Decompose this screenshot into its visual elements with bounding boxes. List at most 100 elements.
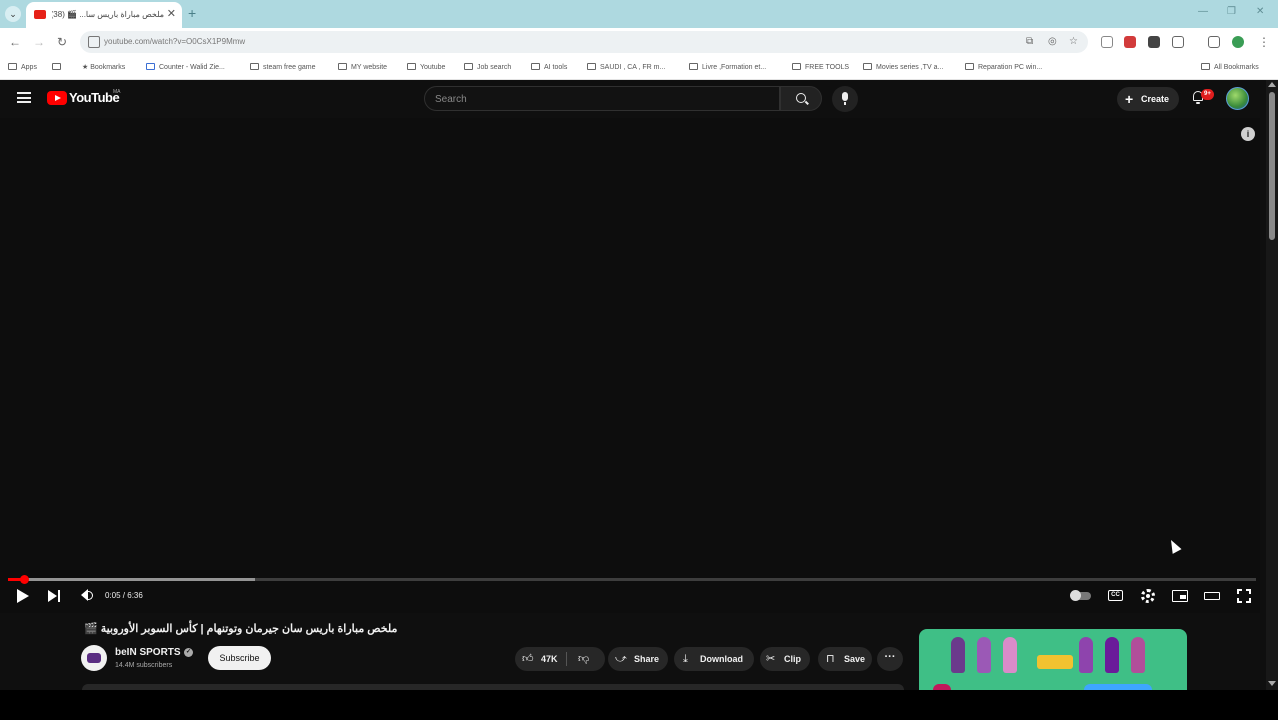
clip-button[interactable]: ✂ Clip: [760, 647, 810, 671]
bookmark-counter[interactable]: Counter - Walid Zie...: [146, 62, 225, 74]
folder-icon: [338, 63, 347, 70]
account-avatar[interactable]: [1226, 87, 1249, 110]
volume-icon[interactable]: [81, 589, 88, 601]
extension-mail-icon[interactable]: [1101, 36, 1113, 48]
create-button[interactable]: + Create: [1117, 87, 1179, 111]
tab-title: ملخص مباراة باريس سا... 🎬 (38): [52, 10, 164, 19]
folder-icon: [792, 63, 801, 70]
scroll-down-arrow-icon[interactable]: [1268, 681, 1276, 686]
download-button[interactable]: ⤓ Download: [674, 647, 754, 671]
subscribe-button[interactable]: Subscribe: [208, 646, 271, 670]
autoplay-toggle-knob[interactable]: [1070, 590, 1081, 601]
address-bar-url[interactable]: youtube.com/watch?v=O0CsX1P9Mmw: [104, 36, 245, 48]
bookmark-folder[interactable]: Movies series ,TV a...: [863, 62, 943, 74]
save-button[interactable]: ⊓ Save: [818, 647, 872, 671]
ad-person-figure: [951, 637, 965, 673]
profile-avatar-icon[interactable]: [1232, 36, 1244, 48]
thumbs-down-icon[interactable]: 👎︎: [578, 647, 589, 671]
share-button[interactable]: ⤻ Share: [608, 647, 668, 671]
browser-menu-icon[interactable]: ⋮: [1258, 34, 1270, 50]
video-player[interactable]: [0, 118, 1260, 613]
play-icon[interactable]: [17, 589, 29, 603]
search-box[interactable]: [424, 86, 780, 111]
apps-grid-icon: [8, 63, 17, 70]
captions-icon[interactable]: CC: [1108, 590, 1123, 601]
more-actions-icon[interactable]: ···: [877, 647, 903, 671]
back-arrow-icon[interactable]: ←: [9, 34, 21, 50]
scissors-icon: ✂: [766, 653, 776, 665]
bookmark-label: Bookmarks: [90, 64, 126, 71]
tab-search-icon[interactable]: ⌄: [5, 6, 21, 22]
site-info-icon[interactable]: [88, 36, 100, 48]
like-dislike-group: 👍︎ 47K 👎︎: [515, 647, 605, 671]
bookmark-apps[interactable]: Apps: [8, 62, 37, 74]
extension-dark-icon[interactable]: [1148, 36, 1160, 48]
youtube-logo-text[interactable]: YouTube: [69, 89, 120, 107]
bookmark-bookmarks[interactable]: ★ Bookmarks: [82, 62, 125, 74]
search-icon: [796, 93, 806, 103]
voice-search-button[interactable]: [832, 86, 858, 112]
folder-icon: [407, 63, 416, 70]
channel-avatar[interactable]: [81, 645, 107, 671]
sponsored-ad-thumbnail[interactable]: [919, 629, 1187, 690]
buffered-progress: [8, 578, 256, 581]
bookmark-folder[interactable]: AI tools: [531, 62, 567, 74]
thumbs-up-icon[interactable]: 👍︎: [522, 647, 534, 671]
eye-off-icon[interactable]: ◎: [1048, 36, 1057, 48]
maximize-window-icon[interactable]: ❐: [1227, 6, 1236, 17]
cast-icon[interactable]: ⧉: [1026, 36, 1033, 48]
folder-icon: [464, 63, 473, 70]
bookmark-folder[interactable]: MY website: [338, 62, 387, 74]
subscriber-count: 14.4M subscribers: [115, 662, 173, 669]
browser-tab-active[interactable]: ملخص مباراة باريس سا... 🎬 (38) ✕: [26, 2, 182, 28]
guide-menu-icon[interactable]: [17, 92, 31, 103]
next-video-icon[interactable]: [48, 590, 57, 602]
share-label: Share: [634, 654, 660, 664]
bookmark-folder[interactable]: Youtube: [407, 62, 445, 74]
like-count[interactable]: 47K: [541, 647, 558, 671]
scroll-up-arrow-icon[interactable]: [1268, 82, 1276, 87]
extension-red-icon[interactable]: [1124, 36, 1136, 48]
extensions-puzzle-icon[interactable]: [1172, 36, 1184, 48]
progress-bar[interactable]: [8, 575, 1256, 584]
media-controls-icon[interactable]: [1208, 36, 1220, 48]
next-video-bar[interactable]: [58, 590, 60, 602]
all-bookmarks-button[interactable]: All Bookmarks: [1201, 62, 1259, 74]
scrollbar-thumb[interactable]: [1269, 92, 1275, 240]
fullscreen-icon[interactable]: [1237, 589, 1251, 603]
scrubber-handle[interactable]: [19, 575, 29, 584]
bookmark-folder[interactable]: Livre ,Formation et...: [689, 62, 766, 74]
bookmark-label: FREE TOOLS: [805, 64, 850, 71]
bookmark-folder[interactable]: Job search: [464, 62, 511, 74]
bookmark-folder[interactable]: Reparation PC win...: [965, 62, 1042, 74]
channel-name[interactable]: beIN SPORTS: [115, 646, 181, 659]
clip-label: Clip: [784, 654, 801, 664]
bookmark-folder[interactable]: SAUDI , CA , FR m...: [587, 62, 665, 74]
new-tab-button[interactable]: +: [188, 5, 196, 21]
search-button[interactable]: [780, 86, 822, 111]
bookmark-folder[interactable]: steam free game: [250, 62, 316, 74]
theater-mode-icon[interactable]: [1204, 592, 1220, 600]
tab-close-icon[interactable]: ✕: [167, 7, 176, 21]
microphone-icon: [842, 92, 848, 105]
close-window-icon[interactable]: ✕: [1256, 6, 1264, 17]
miniplayer-icon[interactable]: [1172, 590, 1188, 602]
address-bar[interactable]: youtube.com/watch?v=O0CsX1P9Mmw ⧉ ◎ ☆: [80, 31, 1088, 53]
forward-arrow-icon[interactable]: →: [33, 34, 45, 50]
info-icon[interactable]: i: [1241, 127, 1255, 141]
ad-person-figure: [1079, 637, 1093, 673]
reload-icon[interactable]: ↻: [57, 34, 67, 50]
bookmark-star-icon[interactable]: ☆: [1069, 36, 1078, 48]
fullscreen-corner: [1237, 598, 1242, 603]
bookmark-folder[interactable]: FREE TOOLS: [792, 62, 849, 74]
youtube-logo-icon[interactable]: [47, 91, 67, 105]
search-input[interactable]: [435, 92, 765, 106]
folder-icon: [531, 63, 540, 70]
fullscreen-corner: [1246, 589, 1251, 594]
minimize-window-icon[interactable]: —: [1198, 6, 1208, 17]
settings-gear-icon[interactable]: [1141, 589, 1155, 603]
youtube-masthead: YouTube MA + Create: [0, 80, 1278, 118]
bookmark-grid[interactable]: [52, 62, 65, 74]
folder-icon: [863, 63, 872, 70]
bell-clapper: [1196, 102, 1200, 104]
